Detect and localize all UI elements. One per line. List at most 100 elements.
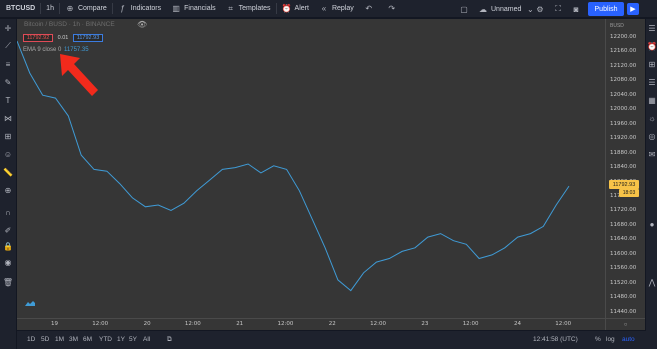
price-tick-label: 11720.00	[610, 207, 637, 214]
time-tick-label: 12:00	[370, 321, 386, 327]
range-button-1m[interactable]: 1M	[55, 336, 64, 343]
pattern-icon[interactable]: ⋈	[3, 113, 13, 123]
price-tick-label: 11920.00	[610, 135, 637, 142]
eye-icon[interactable]: ◉	[3, 257, 13, 267]
fullscreen-button[interactable]: ⛶	[553, 0, 566, 18]
layout-select-button[interactable]: ▢	[459, 0, 472, 18]
publish-button[interactable]: Publish	[588, 2, 624, 16]
price-tick-label: 11880.00	[610, 149, 637, 156]
emoji-icon[interactable]: ☺	[3, 149, 13, 159]
symbol-search-button[interactable]: BTCUSD	[0, 0, 40, 18]
ask-price-box[interactable]: 11792.93	[73, 34, 103, 42]
date-range-icon[interactable]: ⧉	[167, 336, 172, 344]
watchlist-icon[interactable]: ☰	[647, 23, 657, 33]
price-axis[interactable]: BUSD 12200.00 12160.00 12120.00 12080.00 120…	[605, 19, 645, 318]
replay-button[interactable]: « Replay	[314, 0, 359, 18]
text-tool-icon[interactable]: T	[3, 95, 13, 105]
range-button-all[interactable]: All	[143, 336, 150, 343]
time-tick-label: 19	[51, 321, 58, 327]
time-tick-label: 24	[514, 321, 521, 327]
undo-button[interactable]: ↶	[359, 0, 382, 18]
auto-toggle[interactable]: auto	[622, 336, 635, 343]
layout-name-button[interactable]: ☁ Unnamed ⌄	[478, 0, 538, 18]
price-tick-label: 11520.00	[610, 279, 637, 286]
price-tick-label: 11560.00	[610, 265, 637, 272]
percent-toggle[interactable]: %	[595, 336, 601, 343]
trend-line-icon[interactable]: ⟋	[3, 41, 13, 51]
time-axis[interactable]: 19 12:00 20 12:00 21 12:00 22 12:00 23 12:00 24 12:…	[17, 318, 605, 330]
financials-label: Financials	[184, 5, 216, 12]
price-tick-label: 11640.00	[610, 236, 637, 243]
price-tick-label: 11480.00	[610, 294, 637, 301]
redo-button[interactable]: ↷	[382, 0, 405, 18]
chat-icon[interactable]: ✉	[647, 149, 657, 159]
templates-icon: ⌗	[228, 3, 233, 13]
price-tick-label: 12000.00	[610, 106, 637, 113]
fib-retracement-icon[interactable]: ≡	[3, 59, 13, 69]
log-toggle[interactable]: log	[606, 336, 615, 343]
interval-label: 1h	[46, 5, 54, 12]
lock-icon[interactable]: 🔒	[3, 241, 13, 251]
layout-name-label: Unnamed	[491, 5, 522, 13]
compare-label: Compare	[77, 5, 107, 12]
ema-legend-label[interactable]: EMA 9 close 0	[23, 47, 61, 53]
hotlist-icon[interactable]: ☰	[647, 77, 657, 87]
time-tick-label: 20	[143, 321, 151, 327]
zoom-in-icon[interactable]: ⊕	[3, 185, 13, 195]
prediction-icon[interactable]: ⊞	[3, 131, 13, 141]
range-button-1d[interactable]: 1D	[27, 336, 35, 343]
time-tick-label: 23	[421, 321, 429, 327]
spread-value: 0.01	[57, 35, 69, 41]
ruler-icon[interactable]: 📏	[3, 167, 13, 177]
eye-icon[interactable]: 👁	[137, 20, 147, 29]
snapshot-button[interactable]: ◙	[571, 0, 584, 18]
rewind-icon: «	[321, 4, 327, 13]
chart-icon[interactable]: ⋀	[647, 277, 657, 287]
bid-price-box[interactable]: 11792.92	[23, 34, 53, 42]
ideas-icon[interactable]: ☼	[647, 113, 657, 123]
price-tick-label: 12200.00	[610, 34, 637, 40]
plus-circle-icon: ⊕	[66, 4, 74, 13]
range-button-6m[interactable]: 6M	[83, 336, 92, 343]
time-tick-label: 12:00	[277, 321, 294, 327]
drawing-toolbar: ✛ ⟋ ≡ ✎ T ⋈ ⊞ ☺ 📏 ⊕ ∩ ✐ 🔒 ◉ 🗑	[0, 19, 16, 349]
price-tick-label: 11840.00	[610, 164, 637, 171]
range-button-ytd[interactable]: YTD	[99, 336, 112, 343]
calendar-icon[interactable]: ▦	[647, 95, 657, 105]
play-button[interactable]: ▶	[627, 3, 639, 15]
chart-pane[interactable]	[17, 19, 605, 318]
time-tick-label: 12:00	[462, 321, 479, 327]
range-button-1y[interactable]: 1Y	[117, 336, 125, 343]
financials-button[interactable]: ▥ Financials	[166, 0, 221, 18]
crosshair-icon[interactable]: ✛	[3, 23, 13, 33]
interval-button[interactable]: 1h	[41, 0, 59, 18]
price-tick-label: 12160.00	[610, 48, 637, 55]
brush-icon[interactable]: ✎	[3, 77, 13, 87]
legend-title: Bitcoin / BUSD · 1h · BINANCE	[24, 21, 115, 28]
notification-icon[interactable]: ●	[647, 219, 657, 229]
indicators-button[interactable]: ƒ Indicators	[113, 0, 166, 18]
alarm-icon[interactable]: ⏰	[647, 41, 657, 51]
clock-label[interactable]: 12:41:58 (UTC)	[533, 336, 578, 343]
streams-icon[interactable]: ◎	[647, 131, 657, 141]
alert-button[interactable]: ⏰ Alert	[277, 0, 314, 18]
data-window-icon[interactable]: ⊞	[647, 59, 657, 69]
magnet-icon[interactable]: ∩	[3, 207, 13, 217]
templates-button[interactable]: ⌗ Templates	[221, 0, 276, 18]
replay-label: Replay	[331, 5, 354, 12]
bar-chart-icon: ▥	[172, 4, 180, 13]
settings-circle-icon: ○	[623, 321, 628, 328]
function-icon: ƒ	[120, 4, 125, 13]
range-button-3m[interactable]: 3M	[69, 336, 78, 343]
chart-svg	[17, 40, 570, 292]
settings-button[interactable]: ⚙	[535, 0, 548, 18]
stay-drawing-icon[interactable]: ✐	[3, 225, 13, 235]
trash-icon[interactable]: 🗑	[3, 277, 13, 287]
time-tick-label: 12:00	[184, 321, 201, 327]
range-button-5y[interactable]: 5Y	[129, 336, 137, 343]
range-button-5d[interactable]: 5D	[41, 336, 49, 343]
compare-button[interactable]: ⊕ Compare	[60, 0, 112, 18]
axis-settings-button[interactable]: ○	[605, 318, 645, 330]
price-tick-label: 12120.00	[610, 62, 637, 69]
tradingview-logo-icon[interactable]	[24, 300, 36, 307]
